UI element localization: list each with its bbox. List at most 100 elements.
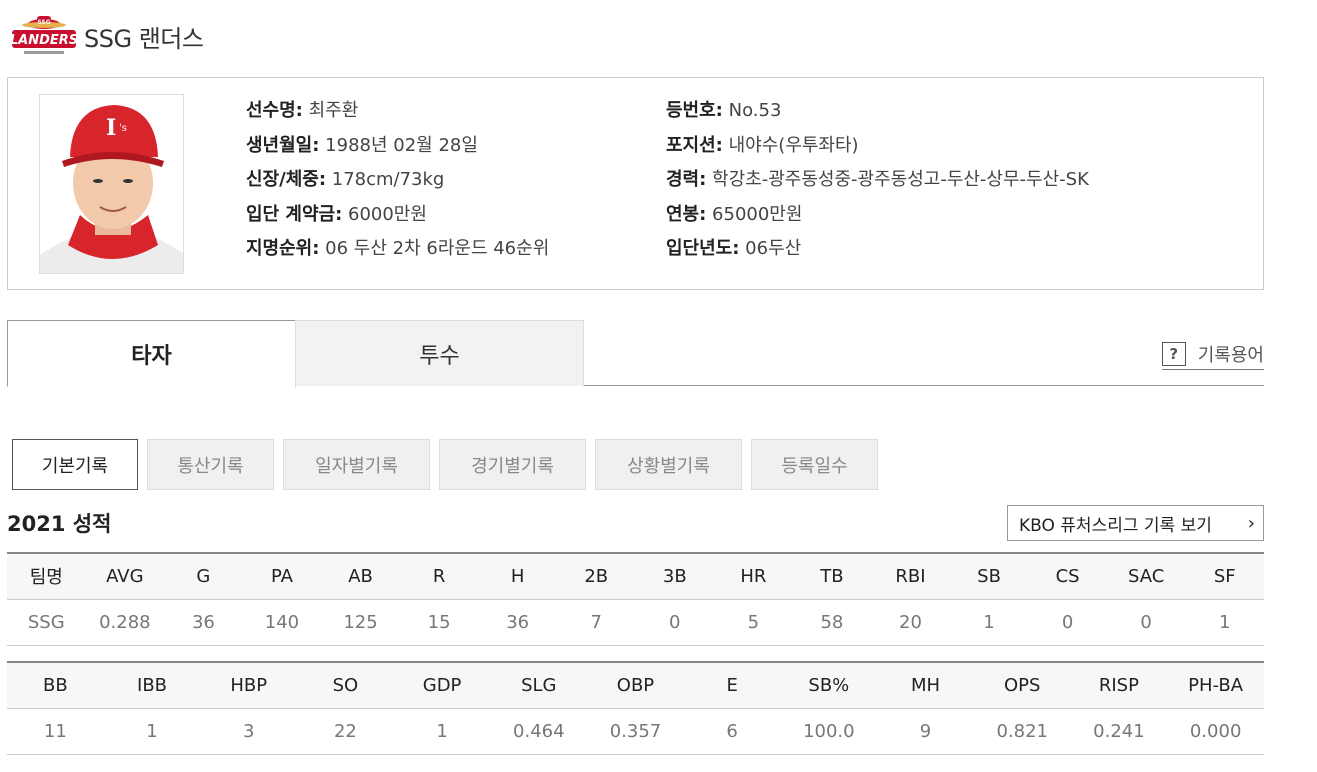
column-header: SO [297,661,394,709]
column-header: H [478,552,557,600]
table-cell: SSG [7,599,86,646]
subtab-5[interactable]: 등록일수 [751,439,878,490]
season-title: 2021 성적 [7,512,112,536]
table-cell: 1 [1185,599,1264,646]
record-subtabs: 기본기록 통산기록 일자별기록 경기별기록 상황별기록 등록일수 [12,439,887,490]
team-name: SSG 랜더스 [84,24,204,53]
column-header: AVG [85,552,165,600]
column-header: SLG [490,661,588,709]
player-info-box: I 's 선수명: 최주환 생년월일: 1988년 02월 28일 신장/체중:… [7,77,1264,290]
stats-table-basic: 팀명 AVG G PA AB R H 2B 3B HR TB RBI SB CS SAC SF SSG 0.28… [7,552,1264,646]
table-cell: 0 [635,599,715,646]
column-header: RISP [1070,661,1168,709]
table-cell: 1 [103,708,201,755]
column-header: IBB [103,661,201,709]
ssg-landers-logo-icon: SSG LANDERS [10,12,78,60]
column-header: OPS [973,661,1071,709]
stats-table-advanced: BB IBB HBP SO GDP SLG OBP E SB% MH OPS RISP PH-BA 11… [7,661,1264,755]
svg-text:LANDERS: LANDERS [10,33,78,48]
info-birthdate: 생년월일: 1988년 02월 28일 [246,134,478,156]
subtab-3[interactable]: 경기별기록 [439,439,586,490]
table-cell: 1 [393,708,491,755]
info-height-weight: 신장/체중: 178cm/73kg [246,169,445,190]
player-photo: I 's [39,94,184,274]
table-cell: 0.357 [587,708,684,755]
glossary-label: 기록용어 [1197,344,1264,366]
table-cell: 125 [321,599,400,646]
column-header: HR [714,552,793,600]
question-icon: ? [1161,341,1186,366]
info-entry-year: 입단년도: 06두산 [666,238,802,259]
table-cell: 9 [877,708,974,755]
column-header: CS [1028,552,1107,600]
svg-text:'s: 's [119,123,127,134]
table-cell: 0.000 [1167,708,1264,755]
column-header: HBP [200,661,298,709]
table-header-row: BB IBB HBP SO GDP SLG OBP E SB% MH OPS RISP PH-BA [7,661,1264,709]
info-career: 경력: 학강초-광주동성중-광주동성고-두산-상무-두산-SK [666,169,1089,190]
column-header: PH-BA [1167,661,1264,709]
column-header: G [164,552,243,600]
player-info-right: 등번호: No.53 포지션: 내야수(우투좌타) 경력: 학강초-광주동성중-… [666,94,1089,267]
table-cell: 0 [1028,599,1107,646]
table-cell: 140 [242,599,322,646]
table-cell: 11 [7,708,104,755]
main-tabs: 타자 투수 ? 기록용어 [7,320,1264,387]
table-cell: 58 [792,599,872,646]
table-cell: 0.241 [1070,708,1168,755]
info-name: 선수명: 최주환 [246,100,359,121]
table-cell: 100.0 [780,708,878,755]
column-header: PA [242,552,322,600]
table-cell: 7 [556,599,636,646]
column-header: GDP [393,661,491,709]
column-header: R [399,552,479,600]
subtab-2[interactable]: 일자별기록 [283,439,430,490]
chevron-right-icon: › [1247,512,1255,534]
column-header: MH [877,661,974,709]
table-cell: 36 [164,599,243,646]
svg-text:I: I [106,115,116,141]
column-header: OBP [587,661,684,709]
info-salary: 연봉: 65000만원 [666,203,803,225]
tab-pitcher[interactable]: 투수 [295,320,584,386]
column-header: SF [1185,552,1264,600]
player-info-left: 선수명: 최주환 생년월일: 1988년 02월 28일 신장/체중: 178c… [246,94,549,267]
column-header: RBI [871,552,950,600]
table-cell: 3 [200,708,298,755]
futures-league-button[interactable]: KBO 퓨처스리그 기록 보기 › [1007,505,1264,541]
table-header-row: 팀명 AVG G PA AB R H 2B 3B HR TB RBI SB CS SAC SF [7,552,1264,600]
table-cell: 1 [949,599,1029,646]
table-cell: 0.821 [973,708,1071,755]
column-header: BB [7,661,104,709]
table-cell: 0 [1106,599,1186,646]
subtab-0[interactable]: 기본기록 [12,439,138,490]
column-header: 2B [556,552,636,600]
column-header: 팀명 [7,552,86,600]
team-header: SSG LANDERS SSG 랜더스 [10,12,204,60]
column-header: SB% [780,661,878,709]
table-cell: 36 [478,599,557,646]
futures-button-label: KBO 퓨처스리그 기록 보기 [1019,515,1212,536]
table-cell: 20 [871,599,950,646]
info-signing-bonus: 입단 계약금: 6000만원 [246,203,427,225]
column-header: E [683,661,781,709]
table-cell: 0.288 [85,599,165,646]
column-header: SAC [1106,552,1186,600]
subtab-4[interactable]: 상황별기록 [595,439,742,490]
info-draft: 지명순위: 06 두산 2차 6라운드 46순위 [246,238,550,259]
table-row: SSG 0.288 36 140 125 15 36 7 0 5 58 20 1 0 0 1 [7,599,1264,646]
column-header: AB [321,552,400,600]
subtab-1[interactable]: 통산기록 [147,439,274,490]
svg-text:SSG: SSG [37,19,50,26]
info-number: 등번호: No.53 [666,100,782,121]
glossary-link[interactable]: ? 기록용어 [1161,340,1264,370]
column-header: 3B [635,552,715,600]
info-position: 포지션: 내야수(우투좌타) [666,134,859,156]
table-cell: 22 [297,708,394,755]
table-cell: 5 [714,599,793,646]
column-header: SB [949,552,1029,600]
column-header: TB [792,552,872,600]
table-cell: 0.464 [490,708,588,755]
table-row: 11 1 3 22 1 0.464 0.357 6 100.0 9 0.821 0.241 0.000 [7,708,1264,755]
tab-batter[interactable]: 타자 [7,320,296,387]
